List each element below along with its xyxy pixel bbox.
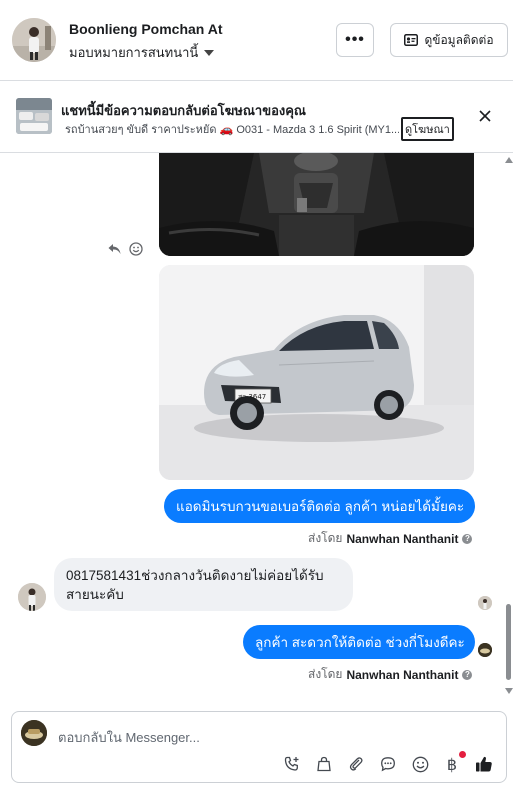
incoming-message[interactable]: 0817581431ช่วงกลางวันติดงายไม่ค่อยได้รับ… [54, 558, 353, 611]
info-icon[interactable]: ? [462, 533, 473, 544]
sender-name: Nanwhan Nanthanit [346, 667, 459, 682]
baht-symbol: ฿ [446, 754, 458, 774]
sent-by-label: ส่งโดย Nanwhan Nanthanit ? [308, 529, 473, 548]
page-avatar [21, 720, 47, 746]
contact-card-icon [404, 34, 419, 46]
outgoing-message[interactable]: ลูกค้า สะดวกให้ติดต่อ ช่วงกี่โมงดีคะ [243, 625, 475, 659]
more-options-button[interactable]: ••• [336, 23, 374, 57]
seen-avatar [478, 596, 492, 610]
car-interior-photo[interactable] [159, 153, 474, 256]
sent-by-prefix: ส่งโดย [308, 531, 343, 545]
view-ad-link[interactable]: ดูโฆษณา [401, 117, 454, 141]
ad-banner-title: แชทนี้มีข้อความตอบกลับต่อโฆษณาของคุณ [61, 103, 306, 118]
shopping-bag-icon[interactable] [314, 754, 334, 774]
emoji-reaction-icon[interactable] [129, 242, 143, 256]
message-composer[interactable]: ตอบกลับใน Messenger... ฿ [11, 711, 507, 783]
scrollbar-thumb[interactable] [506, 604, 511, 680]
page-seen-avatar [478, 643, 492, 657]
attachment-icon[interactable] [346, 754, 366, 774]
outgoing-message[interactable]: แอดมินรบกวนขอเบอร์ติดต่อ ลูกค้า หน่อยได้… [164, 489, 475, 523]
sender-name: Nanwhan Nanthanit [346, 531, 459, 546]
ad-thumbnail [16, 98, 52, 134]
sent-by-label: ส่งโดย Nanwhan Nanthanit ? [308, 665, 473, 684]
caret-down-icon [204, 50, 215, 56]
scroll-up-arrow[interactable] [505, 157, 513, 163]
sent-by-prefix: ส่งโดย [308, 667, 343, 681]
baht-payment-icon[interactable]: ฿ [442, 751, 466, 774]
more-icon: ••• [345, 31, 365, 48]
contact-name[interactable]: Boonlieng Pomchan At [69, 21, 222, 37]
ad-banner-subtitle: รถบ้านสวยๆ ขับดี ราคาประหยัด 🚗 O031 - Ma… [61, 120, 399, 138]
car-exterior-photo[interactable]: สว 3647 [159, 265, 474, 480]
notification-dot [459, 751, 466, 758]
thumbs-up-icon[interactable] [474, 754, 494, 774]
message-text-line: สายนะคับ [66, 587, 124, 602]
reply-input[interactable]: ตอบกลับใน Messenger... [58, 727, 200, 748]
emoji-icon[interactable] [410, 754, 430, 774]
message-text: แอดมินรบกวนขอเบอร์ติดต่อ ลูกค้า หน่อยได้… [176, 499, 465, 514]
ad-reply-banner: แชทนี้มีข้อความตอบกลับต่อโฆษณาของคุณ รถบ… [0, 81, 513, 153]
reply-icon[interactable] [108, 243, 121, 255]
ad-subtitle-text: รถบ้านสวยๆ ขับดี ราคาประหยัด 🚗 O031 - Ma… [65, 124, 399, 136]
conversation-header: Boonlieng Pomchan At มอบหมายการสนทนานี้ … [0, 0, 513, 81]
contact-info-label: ดูข้อมูลติดต่อ [424, 32, 494, 47]
scroll-down-arrow[interactable] [505, 688, 513, 694]
info-icon[interactable]: ? [462, 669, 473, 680]
view-contact-info-button[interactable]: ดูข้อมูลติดต่อ [390, 23, 508, 57]
assign-label: มอบหมายการสนทนานี้ [69, 45, 199, 60]
message-text: ลูกค้า สะดวกให้ติดต่อ ช่วงกี่โมงดีคะ [255, 635, 465, 650]
composer-toolbar: ฿ [282, 751, 494, 774]
message-text-line: 0817581431ช่วงกลางวันติดงายไม่ค่อยได้รับ [66, 568, 324, 583]
message-actions [108, 242, 143, 256]
call-add-icon[interactable] [282, 754, 302, 774]
close-icon[interactable] [476, 107, 494, 125]
customer-avatar[interactable] [18, 583, 46, 611]
saved-reply-icon[interactable] [378, 754, 398, 774]
contact-avatar[interactable] [12, 18, 56, 62]
assign-conversation-dropdown[interactable]: มอบหมายการสนทนานี้ [69, 42, 215, 63]
